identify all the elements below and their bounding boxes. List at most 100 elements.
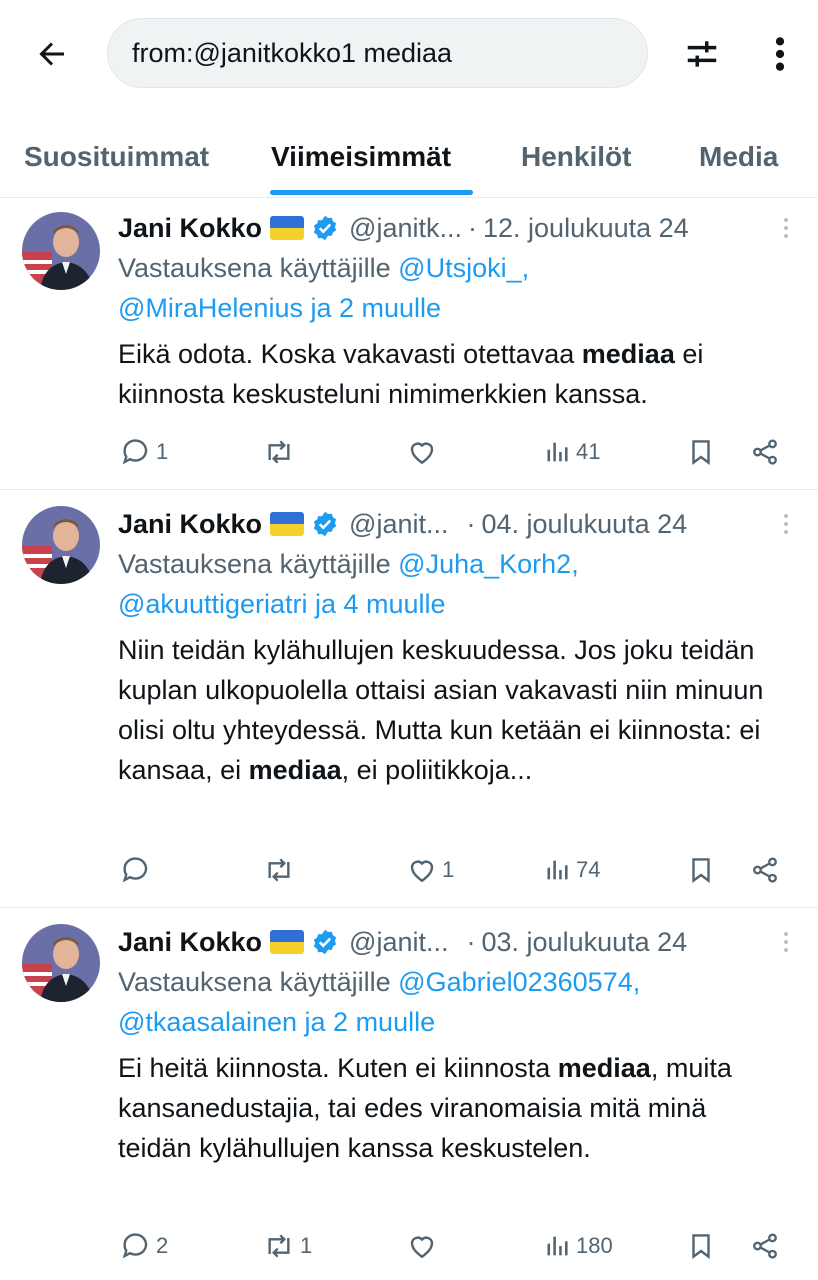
mention-link[interactable]: @MiraHelenius [118, 293, 303, 323]
mention-separator: , [521, 253, 530, 283]
verified-badge-icon [311, 214, 339, 242]
like-count: 1 [442, 857, 455, 882]
reply-suffix[interactable]: ja 2 muulle [303, 293, 441, 323]
ukraine-flag-icon [270, 216, 305, 240]
tweet[interactable]: Jani Kokko @janitk... · 12. joulukuuta 2… [0, 198, 818, 490]
reply-button[interactable]: 2 [120, 1226, 168, 1266]
author-handle: @janit... [349, 926, 449, 957]
mention-link[interactable]: @Utsjoki_ [398, 253, 521, 283]
repost-button[interactable]: 1 [262, 1226, 312, 1266]
share-button[interactable] [750, 432, 780, 472]
mention-link[interactable]: @Gabriel02360574 [398, 967, 633, 997]
avatar[interactable] [22, 212, 100, 290]
repost-icon [268, 440, 290, 464]
share-button[interactable] [750, 1226, 780, 1266]
bookmark-icon [692, 440, 710, 465]
sliders-icon [687, 41, 717, 67]
tweet-header: Jani Kokko @janit... · 03. joulukuuta 24 [118, 922, 687, 962]
author-handle: @janitk... [349, 212, 462, 243]
tab-latest[interactable]: Viimeisimmät [271, 118, 451, 196]
tweet-more-button[interactable] [774, 208, 798, 248]
reply-suffix[interactable]: ja 4 muulle [308, 589, 446, 619]
reply-prefix: Vastauksena käyttäjille [118, 549, 399, 579]
tab-people[interactable]: Henkilöt [521, 118, 631, 196]
comment-icon [122, 857, 148, 883]
mention-link[interactable]: @akuuttigeriatri [118, 589, 308, 619]
view-count: 180 [576, 1233, 613, 1258]
more-vertical-icon [784, 932, 788, 952]
like-button[interactable] [406, 432, 442, 472]
tweet[interactable]: Jani Kokko @janit... · 04. joulukuuta 24… [0, 490, 818, 908]
share-icon [753, 857, 777, 883]
view-count: 41 [576, 439, 601, 464]
tweet-header: Jani Kokko @janitk... · 12. joulukuuta 2… [118, 208, 689, 248]
more-options-button[interactable] [760, 30, 800, 78]
repost-button[interactable] [262, 432, 300, 472]
comment-icon [122, 439, 148, 465]
author-name[interactable]: Jani Kokko [118, 927, 262, 958]
tweet-text-part: Eikä odota. Koska vakavasti otettavaa [118, 339, 582, 369]
repost-icon [268, 858, 290, 882]
search-tabs: Suosituimmat Viimeisimmät Henkilöt Media [0, 118, 818, 198]
search-input[interactable]: from:@janitkokko1 mediaa [107, 18, 648, 88]
search-highlight: mediaa [248, 755, 342, 785]
separator-dot: · [466, 508, 476, 539]
share-button[interactable] [750, 850, 780, 890]
arrow-left-icon [39, 42, 64, 66]
tweet-date[interactable]: 12. joulukuuta 24 [483, 213, 689, 244]
verified-badge-icon [311, 928, 339, 956]
avatar[interactable] [22, 506, 100, 584]
bookmark-icon [692, 1234, 710, 1259]
reply-button[interactable]: 1 [120, 432, 168, 472]
views-button[interactable]: 41 [544, 432, 600, 472]
reply-context: Vastauksena käyttäjille @Utsjoki_, @MiraH… [118, 248, 808, 328]
search-query: from:@janitkokko1 mediaa [132, 37, 453, 68]
tweet-more-button[interactable] [774, 922, 798, 962]
more-vertical-icon [775, 37, 785, 71]
reply-prefix: Vastauksena käyttäjille [118, 967, 399, 997]
avatar[interactable] [22, 924, 100, 1002]
like-button[interactable]: 1 [406, 850, 454, 890]
mention-link[interactable]: @Juha_Korh2 [398, 549, 571, 579]
reply-context: Vastauksena käyttäjille @Gabriel02360574… [118, 962, 808, 1042]
top-bar: from:@janitkokko1 mediaa [0, 0, 818, 110]
verified-badge-icon [311, 510, 339, 538]
reply-context: Vastauksena käyttäjille @Juha_Korh2, @aku… [118, 544, 808, 624]
author-name[interactable]: Jani Kokko [118, 509, 262, 540]
more-vertical-icon [784, 514, 788, 534]
tweet-date[interactable]: 03. joulukuuta 24 [482, 927, 688, 958]
reply-count: 2 [156, 1233, 169, 1258]
view-count: 74 [576, 857, 601, 882]
author-name[interactable]: Jani Kokko [118, 213, 262, 244]
reply-button[interactable] [120, 850, 156, 890]
tab-top[interactable]: Suosituimmat [24, 118, 209, 196]
active-tab-indicator [270, 190, 473, 195]
bookmark-button[interactable] [686, 432, 716, 472]
repost-count: 1 [300, 1233, 313, 1258]
mention-link[interactable]: @tkaasalainen [118, 1007, 297, 1037]
bookmark-button[interactable] [686, 1226, 716, 1266]
search-filter-button[interactable] [678, 30, 726, 78]
heart-icon [410, 860, 434, 883]
views-button[interactable]: 74 [544, 850, 600, 890]
tab-media[interactable]: Media [699, 118, 778, 196]
analytics-icon [547, 860, 568, 880]
repost-button[interactable] [262, 850, 300, 890]
analytics-icon [547, 1236, 568, 1256]
reply-suffix[interactable]: ja 2 muulle [297, 1007, 436, 1037]
reply-count: 1 [156, 439, 169, 464]
tweet-text: Niin teidän kylähullujen keskuudessa. Jo… [118, 630, 808, 790]
tweet-date[interactable]: 04. joulukuuta 24 [482, 509, 688, 540]
tweet-actions: 1 41 [0, 432, 818, 472]
bookmark-button[interactable] [686, 850, 716, 890]
tweet-text: Eikä odota. Koska vakavasti otettavaa me… [118, 334, 808, 414]
tweet[interactable]: Jani Kokko @janit... · 03. joulukuuta 24… [0, 908, 818, 1280]
share-icon [753, 1233, 777, 1259]
tweet-more-button[interactable] [774, 504, 798, 544]
tweet-text-part: Ei heitä kiinnosta. Kuten ei kiinnosta [118, 1053, 558, 1083]
like-button[interactable] [406, 1226, 442, 1266]
mention-separator: , [632, 967, 641, 997]
bookmark-icon [692, 858, 710, 883]
views-button[interactable]: 180 [544, 1226, 613, 1266]
back-button[interactable] [28, 30, 76, 78]
